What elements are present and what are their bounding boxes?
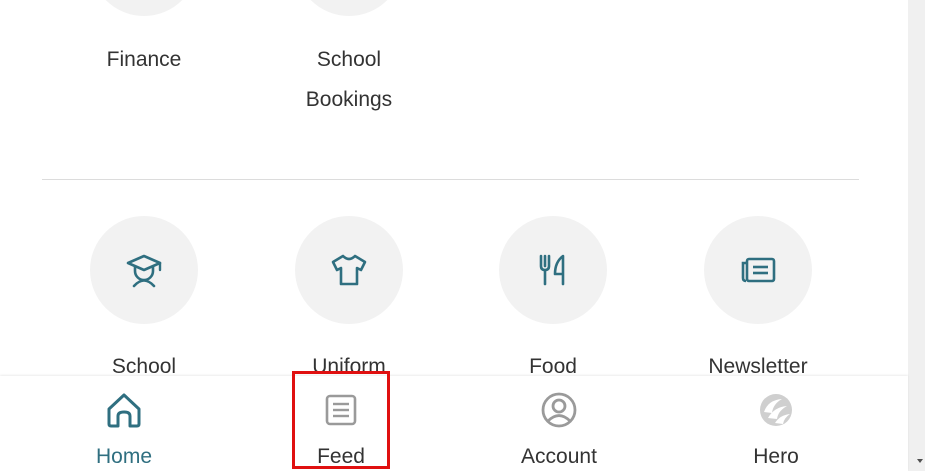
- tile-uniform[interactable]: [295, 216, 403, 324]
- tile-label-finance: Finance: [106, 48, 182, 71]
- tile-label-school-bookings: School Bookings: [305, 48, 393, 111]
- scrollbar-track[interactable]: [910, 8, 925, 471]
- app-viewport: Finance School Bookings School Uniform F…: [0, 0, 925, 471]
- nav-item-feed[interactable]: Feed: [261, 376, 421, 471]
- bottom-nav: Home Feed Account Hero: [0, 376, 908, 471]
- nav-item-hero[interactable]: Hero: [696, 376, 856, 471]
- home-icon: [102, 388, 146, 432]
- nav-label-hero: Hero: [753, 445, 799, 468]
- nav-item-home[interactable]: Home: [44, 376, 204, 471]
- nav-label-account: Account: [521, 445, 597, 468]
- fork-knife-icon: [539, 254, 565, 286]
- account-icon: [537, 388, 581, 432]
- tile-school[interactable]: [90, 216, 198, 324]
- content-panel: Finance School Bookings School Uniform F…: [0, 0, 908, 471]
- feed-icon: [319, 388, 363, 432]
- section-divider: [42, 179, 859, 180]
- tshirt-icon: [331, 254, 367, 286]
- nav-label-home: Home: [95, 445, 153, 468]
- hero-logo-icon: [754, 388, 798, 432]
- newspaper-icon: [741, 257, 776, 283]
- tile-newsletter[interactable]: [704, 216, 812, 324]
- graduate-icon: [126, 254, 162, 288]
- tile-circle-school-bookings[interactable]: [295, 0, 403, 16]
- tile-food[interactable]: [499, 216, 607, 324]
- tile-circle-finance[interactable]: [90, 0, 198, 16]
- nav-label-feed: Feed: [317, 445, 365, 468]
- nav-item-account[interactable]: Account: [479, 376, 639, 471]
- scroll-down-arrow-icon[interactable]: [917, 459, 923, 463]
